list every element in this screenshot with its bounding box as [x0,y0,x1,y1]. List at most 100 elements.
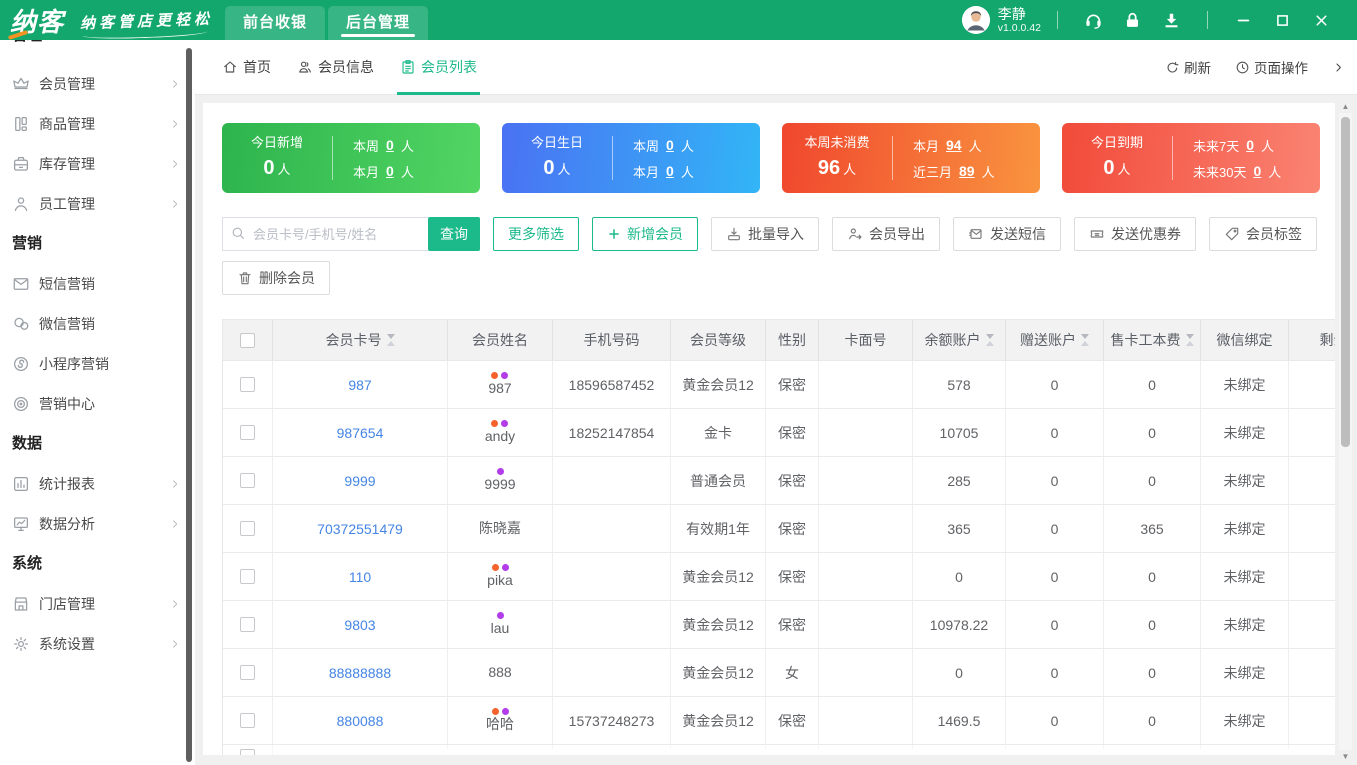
tab-member-list[interactable]: 会员列表 [400,40,477,95]
avatar[interactable] [962,6,990,34]
sidebar-item-staff-management[interactable]: 员工管理 [0,184,195,224]
search-input[interactable] [222,217,428,251]
row-checkbox[interactable] [240,713,255,728]
sidebar-item-system-settings[interactable]: 系统设置 [0,624,195,664]
stat-line-unit: 人 [982,162,995,181]
batch-import-button[interactable]: 批量导入 [711,217,819,251]
row-checkbox[interactable] [240,617,255,632]
stat-card-main: 今日新增0人 [222,133,332,183]
sidebar-item-statistics-report[interactable]: 统计报表 [0,464,195,504]
stat-line: 本月0人 [633,162,760,181]
delete-member-button[interactable]: 删除会员 [222,261,330,295]
sidebar-item-member-management[interactable]: 会员管理 [0,64,195,104]
cell-remaining [1289,505,1335,552]
member-export-label: 会员导出 [869,224,925,244]
headset-icon[interactable] [1084,11,1103,30]
store-icon [12,595,30,613]
cell-phone [553,745,671,749]
cell-card_no [273,745,448,749]
topbar-tab-front-cashier[interactable]: 前台收银 [225,6,325,40]
scroll-up-arrow-icon[interactable]: ▲ [1339,100,1352,113]
tab-member-info[interactable]: 会员信息 [297,40,374,95]
stat-line-label: 未来7天 [1193,136,1239,155]
column-label: 会员姓名 [472,330,528,350]
add-member-button[interactable]: 新增会员 [592,217,698,251]
sidebar-item-inventory-management[interactable]: 库存管理 [0,144,195,184]
stat-card-value: 0人 [1062,153,1172,183]
scroll-down-arrow-icon[interactable]: ▼ [1339,750,1352,763]
sidebar-item-data-analysis[interactable]: 数据分析 [0,504,195,544]
member-card-link[interactable]: 9803 [344,617,375,633]
more-filters-button[interactable]: 更多筛选 [493,217,579,251]
stat-line-value[interactable]: 0 [666,163,674,179]
content-scrollbar[interactable]: ▲ ▼ [1339,100,1352,763]
column-header-card_cost[interactable]: 售卡工本费 [1104,320,1201,360]
row-checkbox[interactable] [240,665,255,680]
sidebar-item-label: 营销中心 [39,394,95,414]
row-checkbox[interactable] [240,377,255,392]
minimize-icon[interactable] [1235,12,1252,29]
column-header-gender: 性别 [766,320,819,360]
maximize-icon[interactable] [1274,12,1291,29]
stat-line-value[interactable]: 0 [666,137,674,153]
topbar-tab-backend-management[interactable]: 后台管理 [328,6,428,40]
stat-line-value[interactable]: 89 [959,163,975,179]
header-checkbox[interactable] [240,333,255,348]
member-card-link[interactable]: 70372551479 [317,521,403,537]
stat-card-title: 本周未消费 [782,133,892,153]
stat-line-value[interactable]: 94 [946,137,962,153]
close-icon[interactable] [1313,12,1330,29]
member-card-link[interactable]: 9999 [344,473,375,489]
member-card-link[interactable]: 110 [349,569,371,585]
stat-card-substats: 未来7天0人未来30天0人 [1173,136,1320,181]
download-icon[interactable] [1162,11,1181,30]
stat-card-title: 今日生日 [502,133,612,153]
row-checkbox[interactable] [240,569,255,584]
sort-icon[interactable] [986,334,994,346]
column-header-card_no[interactable]: 会员卡号 [273,320,448,360]
member-export-button[interactable]: 会员导出 [832,217,940,251]
row-checkbox[interactable] [240,521,255,536]
refresh-button[interactable]: 刷新 [1165,57,1211,77]
scrollbar-thumb[interactable] [1341,117,1350,447]
cell-name: 哈哈 [448,697,553,744]
sidebar-item-sms-marketing[interactable]: 短信营销 [0,264,195,304]
lock-icon[interactable] [1123,11,1142,30]
row-checkbox[interactable] [240,425,255,440]
sort-icon[interactable] [1081,334,1089,346]
nav-actions: 刷新 页面操作 [1165,57,1345,77]
member-tag-button[interactable]: 会员标签 [1209,217,1317,251]
batch-import-label: 批量导入 [748,224,804,244]
stat-line-value[interactable]: 0 [386,137,394,153]
page-actions-button[interactable]: 页面操作 [1235,57,1308,77]
member-card-link[interactable]: 88888888 [329,665,391,681]
sidebar-scrollbar[interactable] [186,48,192,762]
send-coupon-button[interactable]: 发送优惠券 [1074,217,1196,251]
sidebar-item-goods-management[interactable]: 商品管理 [0,104,195,144]
sort-icon[interactable] [1186,334,1194,346]
member-card-link[interactable]: 987654 [337,425,384,441]
stat-line-value[interactable]: 0 [1253,163,1261,179]
chevron-right-icon[interactable] [1332,61,1345,74]
sidebar-item-wechat-marketing[interactable]: 微信营销 [0,304,195,344]
member-tag-label: 会员标签 [1246,224,1302,244]
stat-line-value[interactable]: 0 [386,163,394,179]
member-card-link[interactable]: 987 [348,377,371,393]
send-sms-button[interactable]: 发送短信 [953,217,1061,251]
member-card-link[interactable]: 880088 [337,713,384,729]
search-button[interactable]: 查询 [428,217,480,251]
sort-icon[interactable] [387,334,395,346]
cell-gender: 保密 [766,409,819,456]
cell-level: 黄金会员12 [671,649,766,696]
sidebar-item-marketing-center[interactable]: 营销中心 [0,384,195,424]
tab-home[interactable]: 首页 [222,40,271,95]
column-header-balance[interactable]: 余额账户 [913,320,1006,360]
column-header-gift[interactable]: 赠送账户 [1006,320,1104,360]
sidebar-item-miniprogram-marketing[interactable]: 小程序营销 [0,344,195,384]
sidebar-item-store-management[interactable]: 门店管理 [0,584,195,624]
user-block[interactable]: 李静 v1.0.0.42 [998,6,1041,34]
stat-line-value[interactable]: 0 [1246,137,1254,153]
sidebar-item-label: 短信营销 [39,274,95,294]
row-checkbox[interactable] [240,749,255,755]
row-checkbox[interactable] [240,473,255,488]
